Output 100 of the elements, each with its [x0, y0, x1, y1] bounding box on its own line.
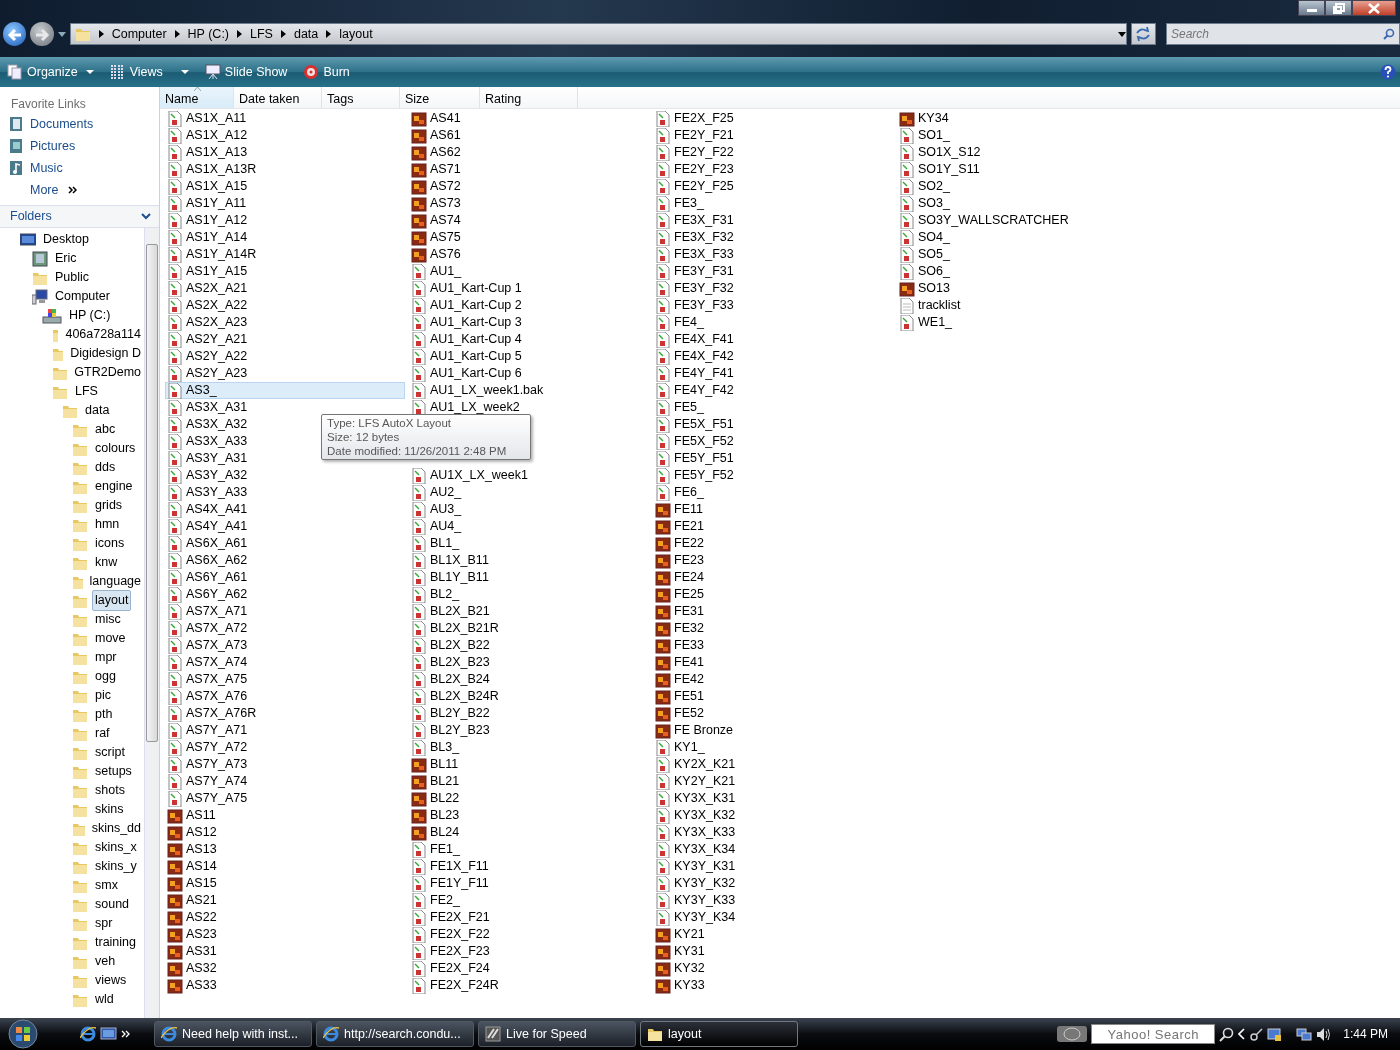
file-item[interactable]: tracklist — [897, 297, 1137, 314]
taskbar-button[interactable]: http://search.condu... — [316, 1021, 474, 1047]
file-item[interactable]: AS7Y_A72 — [165, 739, 405, 756]
file-item[interactable]: FE4X_F41 — [653, 331, 893, 348]
file-item[interactable]: FE2Y_F21 — [653, 127, 893, 144]
volume-icon[interactable] — [1316, 1026, 1332, 1042]
tree-item[interactable]: move — [92, 628, 129, 649]
file-item[interactable]: FE5X_F51 — [653, 416, 893, 433]
breadcrumb[interactable]: layout — [339, 24, 373, 44]
file-item[interactable]: AS7X_A74 — [165, 654, 405, 671]
desktop-icon[interactable] — [100, 1026, 117, 1042]
file-item[interactable]: AS1X_A13R — [165, 161, 405, 178]
file-item[interactable]: KY2X_K21 — [653, 756, 893, 773]
tree-item[interactable]: colours — [92, 438, 139, 459]
column-header[interactable]: Name — [160, 87, 234, 108]
file-item[interactable]: AS7X_A71 — [165, 603, 405, 620]
tree-item[interactable]: misc — [92, 609, 124, 630]
file-item[interactable]: FE31 — [653, 603, 893, 620]
tray-icon[interactable] — [1249, 1027, 1264, 1041]
tree-item[interactable]: smx — [92, 875, 121, 896]
file-item[interactable]: AS21 — [165, 892, 405, 909]
file-item[interactable]: AS12 — [165, 824, 405, 841]
file-item[interactable]: AU1_Kart-Cup 1 — [409, 280, 649, 297]
file-item[interactable]: AS61 — [409, 127, 649, 144]
tree-item[interactable]: Public — [52, 267, 93, 288]
file-item[interactable]: AU3_ — [409, 501, 649, 518]
file-item[interactable]: AS23 — [165, 926, 405, 943]
column-header[interactable]: Tags — [322, 87, 400, 108]
favorite-link[interactable]: Documents — [0, 113, 100, 135]
file-item[interactable]: FE1_ — [409, 841, 649, 858]
file-item[interactable]: AS73 — [409, 195, 649, 212]
column-header[interactable]: Rating — [480, 87, 578, 108]
file-item[interactable]: FE2X_F24 — [409, 960, 649, 977]
tree-item[interactable]: ogg — [92, 666, 119, 687]
file-item[interactable]: KY21 — [653, 926, 893, 943]
file-item[interactable]: BL2X_B24 — [409, 671, 649, 688]
file-item[interactable]: KY33 — [653, 977, 893, 994]
tree-item[interactable]: Eric — [52, 248, 80, 269]
file-item[interactable]: KY32 — [653, 960, 893, 977]
file-item[interactable]: AS2Y_A21 — [165, 331, 405, 348]
file-item[interactable]: KY3X_K32 — [653, 807, 893, 824]
file-item[interactable]: FE2X_F24R — [409, 977, 649, 994]
file-item[interactable]: BL21 — [409, 773, 649, 790]
tree-item[interactable]: skins_y — [92, 856, 140, 877]
file-item[interactable]: BL2X_B24R — [409, 688, 649, 705]
burn-button[interactable]: Burn — [300, 60, 353, 84]
file-item[interactable]: AS1X_A12 — [165, 127, 405, 144]
breadcrumb[interactable]: Computer — [111, 24, 167, 44]
file-item[interactable]: AS1Y_A12 — [165, 212, 405, 229]
file-item[interactable]: AS6X_A62 — [165, 552, 405, 569]
file-item[interactable]: KY3Y_K34 — [653, 909, 893, 926]
tree-item[interactable]: LFS — [72, 381, 101, 402]
search-icon[interactable] — [1219, 1026, 1235, 1042]
file-item[interactable]: FE1X_F11 — [409, 858, 649, 875]
file-item[interactable]: AU1X_LX_week1 — [409, 467, 649, 484]
tree-item[interactable]: hmn — [92, 514, 123, 535]
file-item[interactable]: AU1_Kart-Cup 2 — [409, 297, 649, 314]
views-button[interactable]: Views — [106, 60, 192, 84]
file-item[interactable]: KY3Y_K32 — [653, 875, 893, 892]
tree-item[interactable]: abc — [92, 419, 119, 440]
file-item[interactable]: BL1X_B11 — [409, 552, 649, 569]
file-item[interactable]: FE2X_F25 — [653, 110, 893, 127]
maximize-button[interactable] — [1325, 0, 1352, 16]
file-item[interactable]: FE1Y_F11 — [409, 875, 649, 892]
file-item[interactable]: WE1_ — [897, 314, 1137, 331]
tree-item[interactable]: knw — [92, 552, 121, 573]
file-item[interactable]: BL2X_B21 — [409, 603, 649, 620]
file-item[interactable]: AS74 — [409, 212, 649, 229]
file-item[interactable]: BL2Y_B23 — [409, 722, 649, 739]
file-item[interactable]: AS7Y_A75 — [165, 790, 405, 807]
file-item[interactable]: AS72 — [409, 178, 649, 195]
tree-item[interactable]: icons — [92, 533, 128, 554]
file-item[interactable]: SO3_ — [897, 195, 1137, 212]
file-item[interactable]: AU4_ — [409, 518, 649, 535]
tree-item[interactable]: training — [92, 932, 139, 953]
file-item[interactable]: AS1Y_A15 — [165, 263, 405, 280]
tree-item[interactable]: data — [82, 400, 113, 421]
file-item[interactable]: KY3X_K31 — [653, 790, 893, 807]
folders-header[interactable]: Folders — [0, 205, 159, 228]
file-item[interactable]: FE2Y_F25 — [653, 178, 893, 195]
file-item[interactable]: AS4Y_A41 — [165, 518, 405, 535]
tree-item[interactable]: veh — [92, 951, 119, 972]
favorite-link[interactable]: Music — [0, 157, 69, 179]
file-item[interactable]: FE2X_F22 — [409, 926, 649, 943]
file-item[interactable]: SO4_ — [897, 229, 1137, 246]
chevron-icon[interactable] — [1238, 1028, 1246, 1040]
file-item[interactable]: AS22 — [165, 909, 405, 926]
file-item[interactable]: SO13 — [897, 280, 1137, 297]
slideshow-button[interactable]: Slide Show — [201, 60, 291, 84]
file-item[interactable]: FE5X_F52 — [653, 433, 893, 450]
help-icon[interactable] — [1380, 64, 1396, 80]
tree-item[interactable]: raf — [92, 723, 113, 744]
file-item[interactable]: BL22 — [409, 790, 649, 807]
file-item[interactable]: FE41 — [653, 654, 893, 671]
file-item[interactable]: BL2X_B22 — [409, 637, 649, 654]
tree-item[interactable]: shots — [92, 780, 128, 801]
file-item[interactable]: FE5Y_F52 — [653, 467, 893, 484]
tree-item[interactable]: GTR2Demo — [71, 362, 144, 383]
file-item[interactable]: AS1X_A11 — [165, 110, 405, 127]
file-item[interactable]: AS4X_A41 — [165, 501, 405, 518]
